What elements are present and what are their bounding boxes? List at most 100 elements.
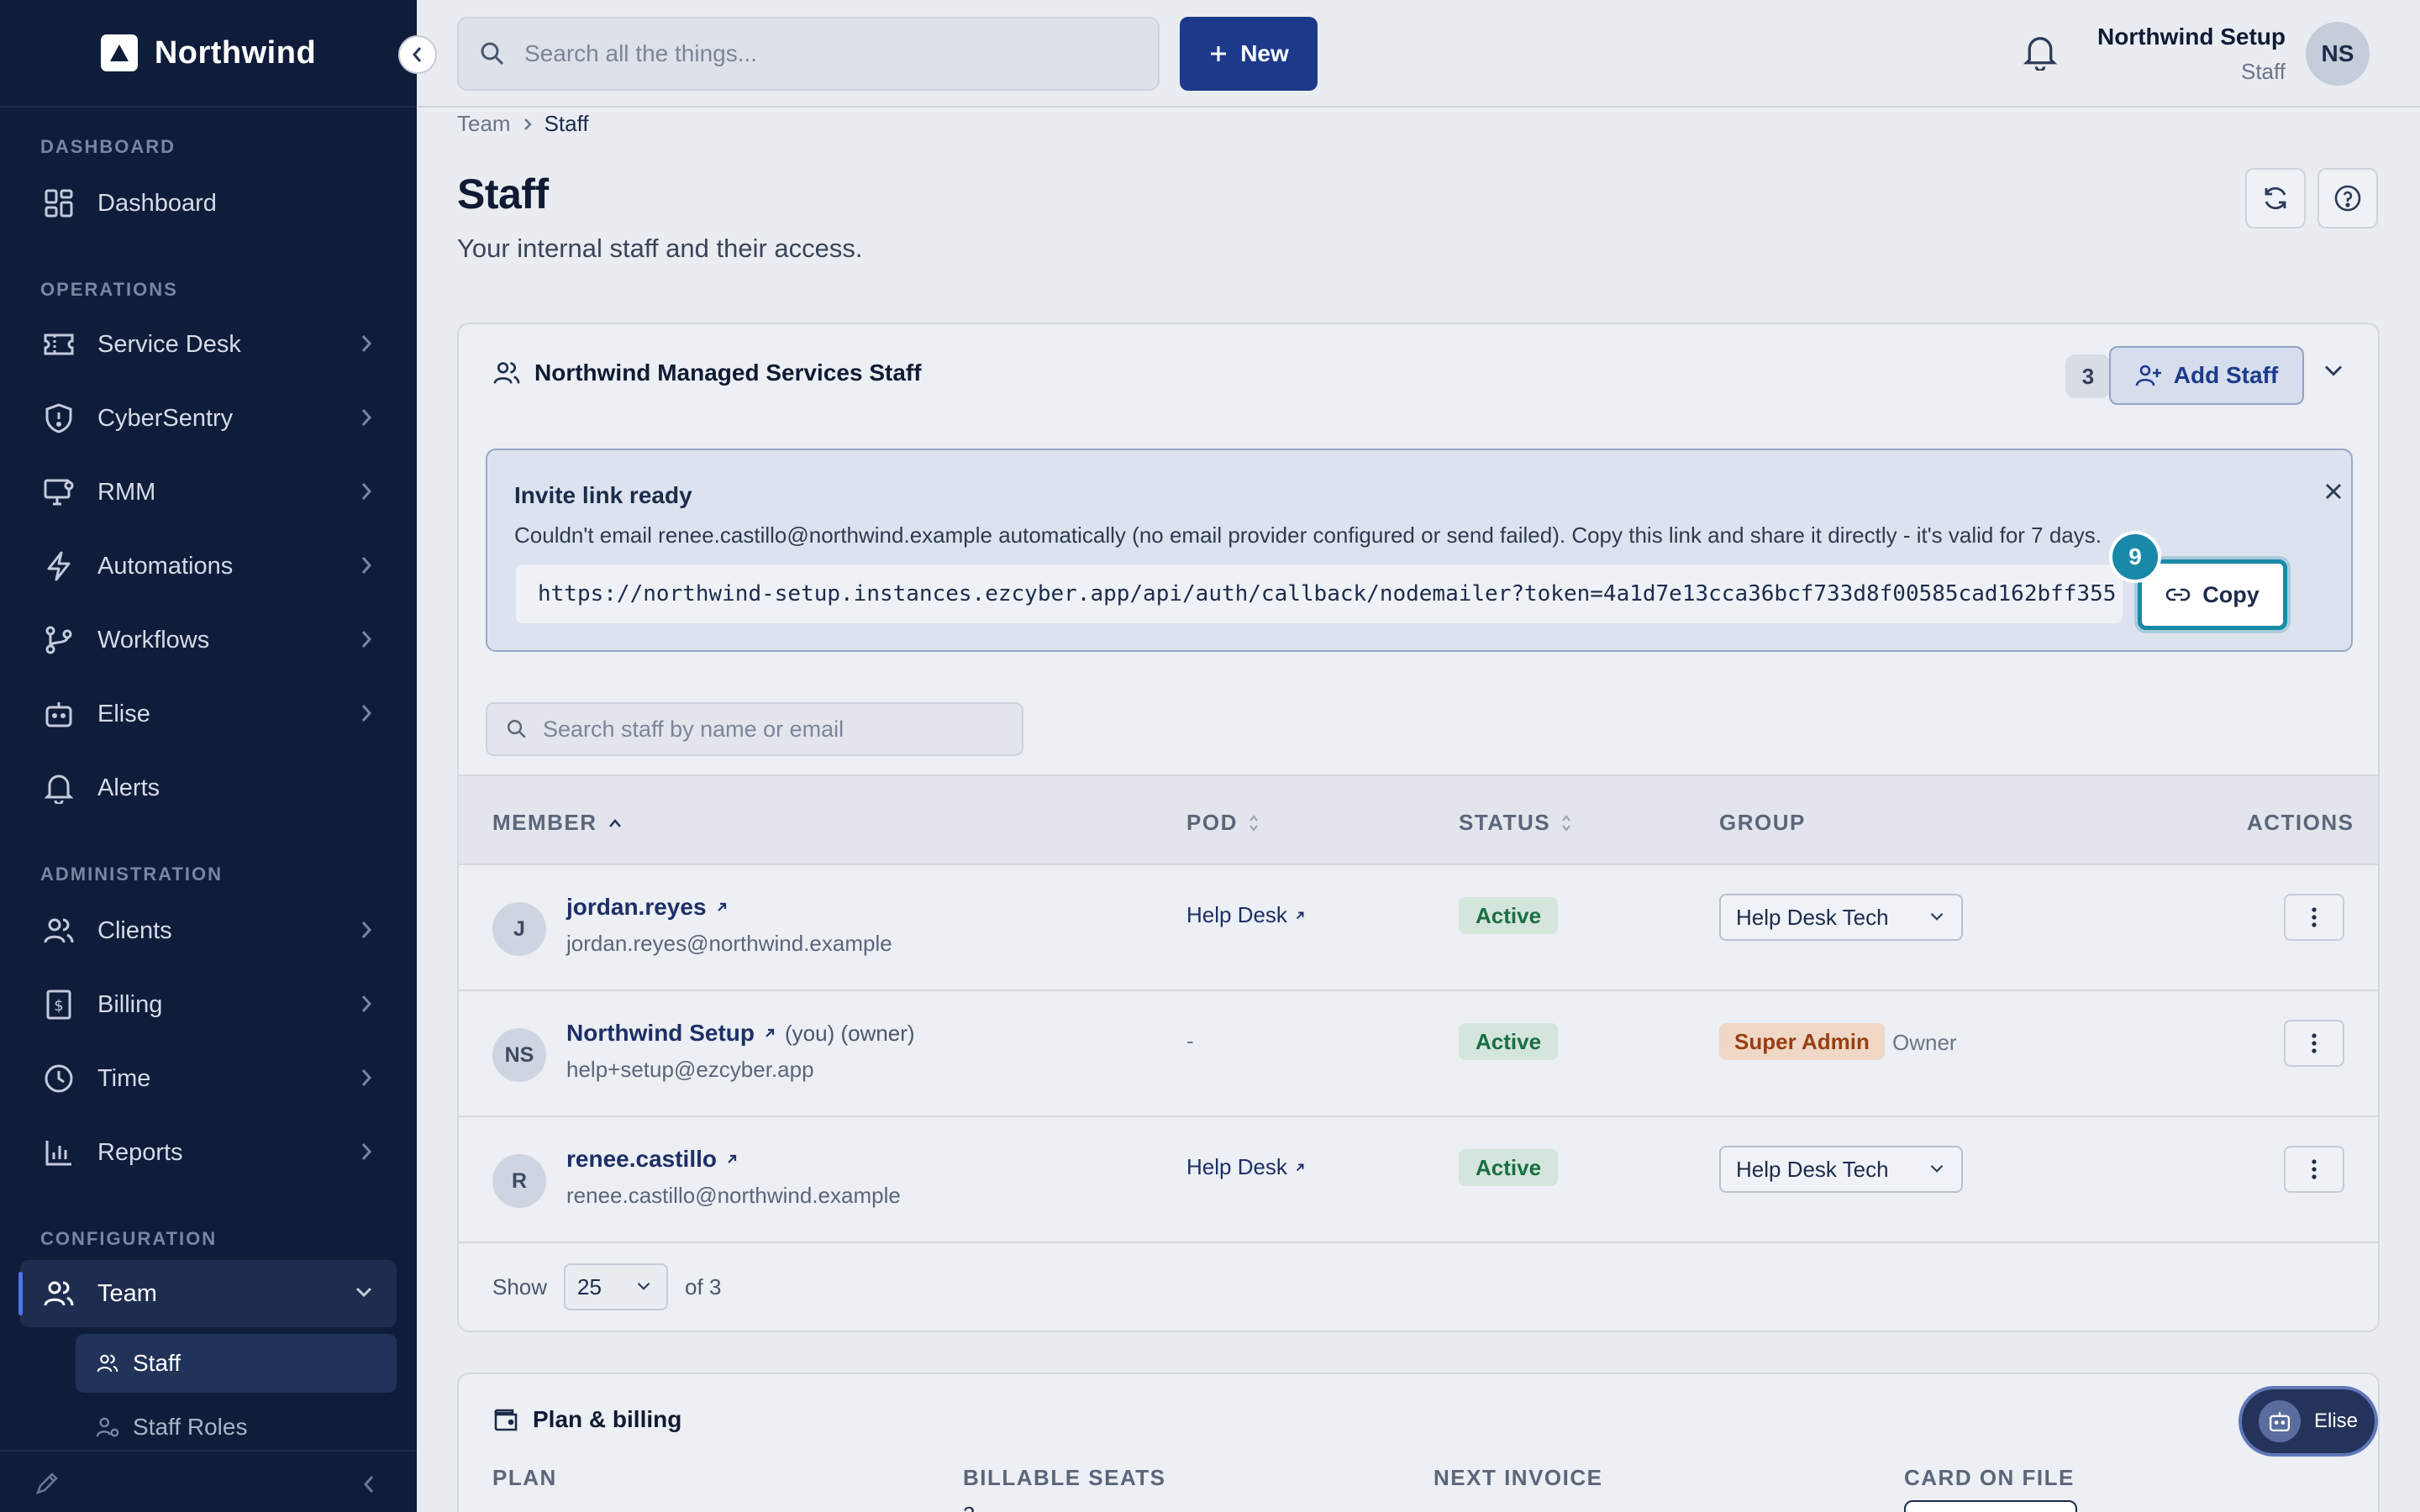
sidebar-item-label: Dashboard	[97, 189, 217, 217]
member-name-link[interactable]: Northwind Setup (you) (owner)	[566, 1020, 915, 1047]
table-row: NS Northwind Setup (you) (owner) help+se…	[459, 991, 2378, 1117]
plus-icon	[1211, 46, 1227, 61]
user-role: Staff	[2240, 59, 2286, 84]
sidebar-item-alerts[interactable]: Alerts	[20, 754, 397, 822]
page-size-select[interactable]: 25	[564, 1263, 669, 1310]
sidebar-item-reports[interactable]: Reports	[20, 1119, 397, 1186]
new-button[interactable]: New	[1180, 17, 1318, 91]
topbar: Search all the things... New Northwind S…	[417, 0, 2420, 108]
brand[interactable]: Northwind	[0, 0, 417, 108]
brand-name: Northwind	[154, 34, 317, 71]
chevron-right-icon	[361, 483, 372, 500]
link-icon	[2165, 588, 2191, 601]
member-email: jordan.reyes@northwind.example	[566, 931, 892, 956]
chevron-right-icon	[361, 995, 372, 1012]
pod-link[interactable]: Help Desk	[1186, 1154, 1306, 1180]
sidebar-item-label: Team	[97, 1279, 157, 1307]
sidebar-item-dashboard[interactable]: Dashboard	[20, 170, 397, 237]
sidebar-item-service-desk[interactable]: Service Desk	[20, 311, 397, 378]
sidebar-item-label: Alerts	[97, 774, 160, 801]
sidebar-item-team[interactable]: Team	[18, 1260, 397, 1327]
sidebar-item-cybersentry[interactable]: CyberSentry	[20, 385, 397, 452]
chevron-right-icon	[361, 631, 372, 648]
sidebar-item-label: Clients	[97, 916, 172, 944]
sidebar: Northwind DASHBOARD Dashboard OPERATIONS…	[0, 0, 417, 1512]
billing-card: Plan & billing PLAN BILLABLE SEATS 3 NEX…	[457, 1373, 2380, 1512]
chevron-right-icon	[361, 705, 372, 722]
pencil-icon[interactable]	[34, 1470, 60, 1497]
sidebar-item-elise[interactable]: Elise	[20, 680, 397, 748]
elise-label: Elise	[2313, 1410, 2359, 1432]
sidebar-item-workflows[interactable]: Workflows	[20, 606, 397, 674]
add-staff-label: Add Staff	[2173, 362, 2279, 388]
staff-card: Northwind Managed Services Staff 3 Add S…	[457, 323, 2380, 1332]
sidebar-subitem-staff[interactable]: Staff	[76, 1334, 397, 1393]
chevron-right-icon	[361, 335, 372, 352]
sidebar-item-rmm[interactable]: RMM	[20, 459, 397, 526]
sidebar-item-clients[interactable]: Clients	[20, 897, 397, 964]
sidebar-item-time[interactable]: Time	[20, 1045, 397, 1112]
column-member[interactable]: MEMBER	[492, 810, 623, 836]
sidebar-collapse-button[interactable]	[398, 35, 437, 74]
page-subtitle: Your internal staff and their access.	[457, 234, 863, 263]
chevron-right-icon	[361, 409, 372, 426]
help-button[interactable]	[2317, 168, 2378, 228]
row-actions-button[interactable]	[2284, 1020, 2344, 1067]
breadcrumb: Team Staff	[457, 111, 589, 137]
group-select[interactable]: Help Desk Tech	[1719, 894, 1963, 941]
elise-assistant-button[interactable]: Elise	[2238, 1386, 2378, 1457]
billing-column-seats: BILLABLE SEATS	[963, 1465, 1166, 1490]
user-avatar[interactable]: NS	[2306, 22, 2370, 86]
column-status[interactable]: STATUS	[1459, 810, 1572, 836]
chevron-down-icon[interactable]	[2323, 363, 2344, 378]
northwind-logo-icon	[100, 34, 138, 71]
sort-asc-icon	[608, 818, 621, 827]
sidebar-item-billing[interactable]: $ Billing	[20, 971, 397, 1038]
chevron-down-icon	[355, 1287, 372, 1298]
refresh-icon	[2265, 186, 2286, 210]
global-search-input[interactable]: Search all the things...	[457, 17, 1160, 91]
add-staff-button[interactable]: Add Staff	[2109, 346, 2304, 405]
breadcrumb-team[interactable]: Team	[457, 111, 511, 137]
chevron-left-icon	[413, 47, 422, 62]
refresh-button[interactable]	[2245, 168, 2306, 228]
staff-search-input[interactable]: Search staff by name or email	[486, 702, 1023, 756]
card-on-file-button[interactable]	[1904, 1500, 2077, 1512]
help-circle-icon	[2334, 185, 2361, 212]
sidebar-subitem-staff-roles[interactable]: Staff Roles	[76, 1398, 397, 1457]
chevron-left-icon[interactable]	[361, 1473, 376, 1495]
copy-link-button[interactable]: Copy	[2138, 559, 2287, 630]
shield-alert-icon	[40, 400, 77, 437]
member-name-link[interactable]: jordan.reyes	[566, 894, 729, 921]
external-link-icon	[1296, 1163, 1304, 1171]
notifications-bell-icon[interactable]	[2023, 34, 2057, 71]
sidebar-item-label: CyberSentry	[97, 404, 234, 432]
member-email: renee.castillo@northwind.example	[566, 1183, 901, 1208]
external-link-icon	[1296, 911, 1304, 919]
row-actions-button[interactable]	[2284, 894, 2344, 941]
column-pod[interactable]: POD	[1186, 810, 1260, 836]
super-admin-badge: Super Admin	[1719, 1023, 1885, 1060]
search-icon	[508, 720, 526, 738]
sidebar-item-automations[interactable]: Automations	[20, 533, 397, 600]
external-link-icon	[765, 1028, 775, 1037]
chevron-down-icon	[1930, 1164, 1944, 1173]
row-actions-button[interactable]	[2284, 1146, 2344, 1193]
column-actions: ACTIONS	[2247, 810, 2354, 835]
step-marker: 9	[2109, 531, 2161, 583]
invite-link-field[interactable]: https://northwind-setup.instances.ezcybe…	[516, 564, 2123, 623]
more-vertical-icon	[2312, 1159, 2317, 1179]
avatar: J	[492, 902, 546, 956]
member-name-link[interactable]: renee.castillo	[566, 1146, 739, 1173]
sidebar-item-label: Automations	[97, 552, 234, 580]
avatar: R	[492, 1154, 546, 1208]
status-badge: Active	[1459, 897, 1559, 934]
close-icon[interactable]	[2323, 480, 2344, 502]
group-select[interactable]: Help Desk Tech	[1719, 1146, 1963, 1193]
invite-link-banner: Invite link ready Couldn't email renee.c…	[486, 449, 2353, 652]
member-email: help+setup@ezcyber.app	[566, 1057, 814, 1082]
workflow-branch-icon	[40, 622, 77, 659]
user-name[interactable]: Northwind Setup	[2097, 24, 2286, 50]
pod-link[interactable]: Help Desk	[1186, 902, 1306, 928]
sort-icon	[1249, 814, 1258, 832]
